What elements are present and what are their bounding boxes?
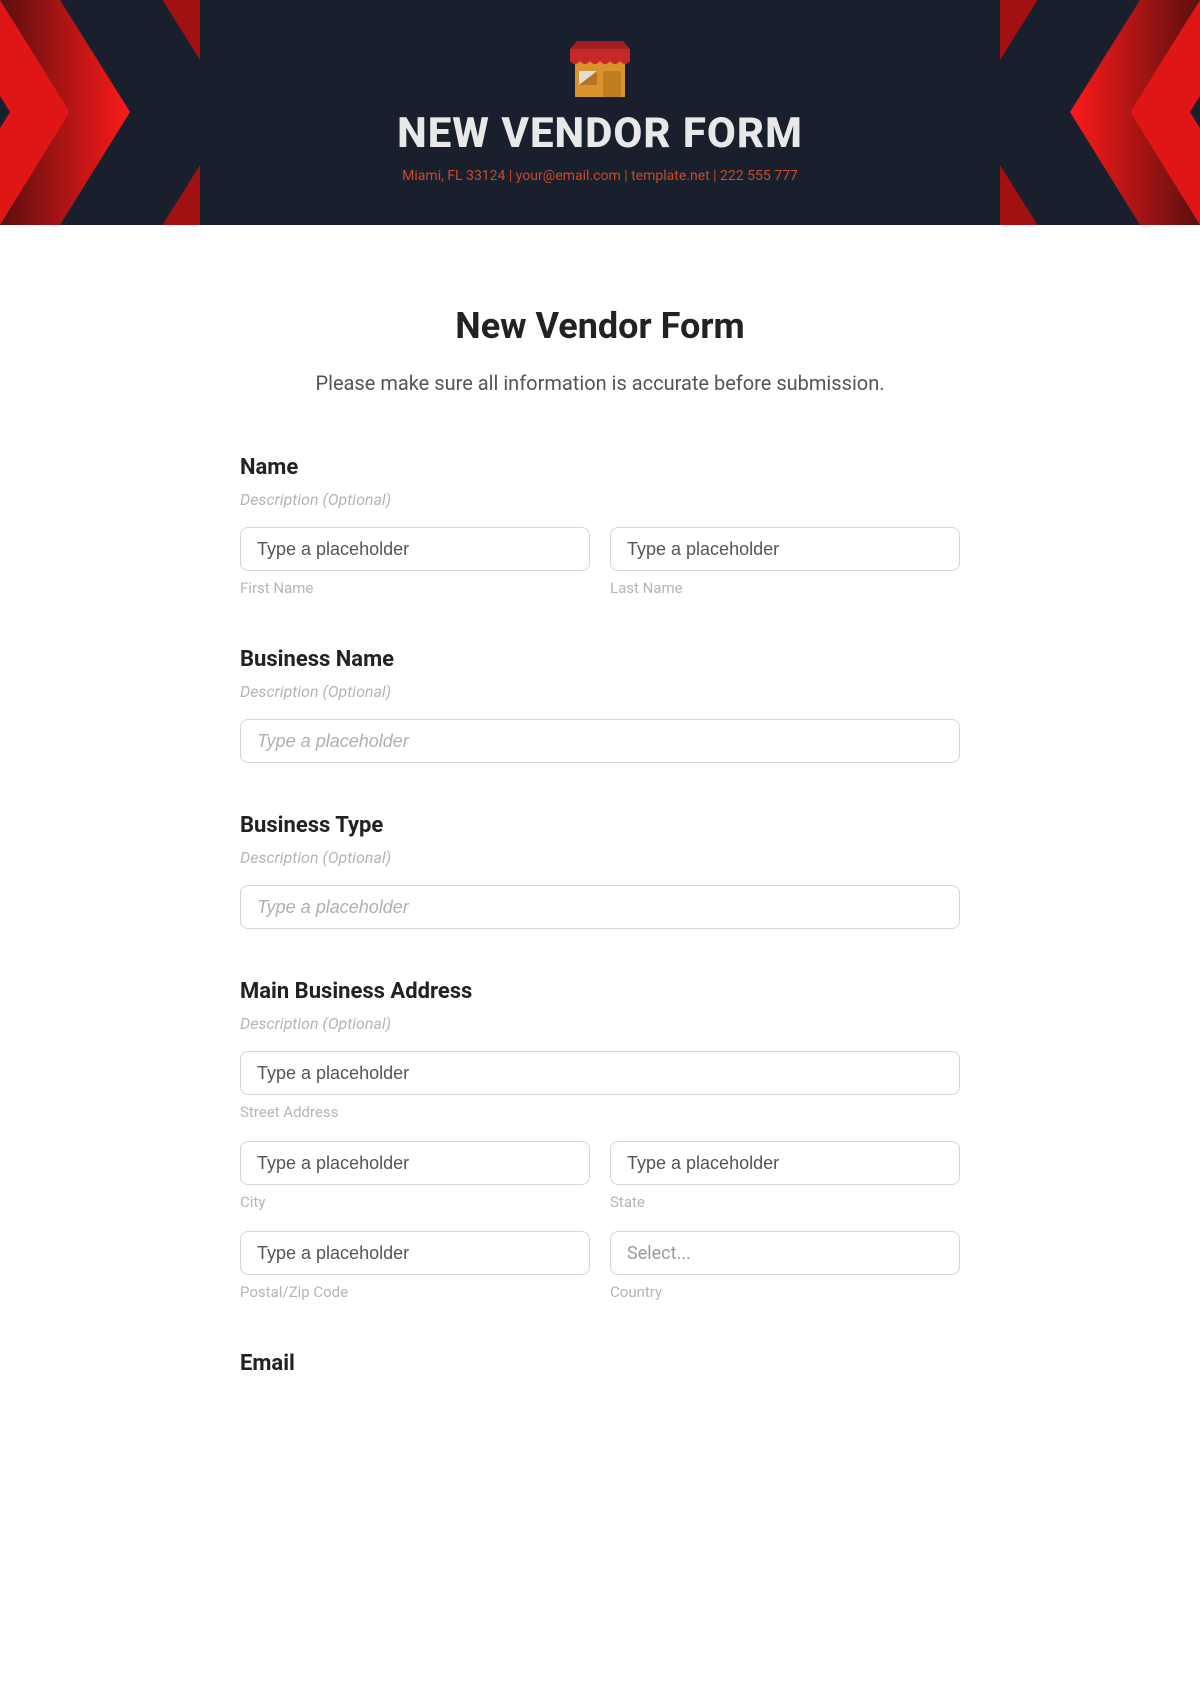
banner-subtitle: Miami, FL 33124 | your@email.com | templ… — [402, 168, 798, 184]
business-name-label: Business Name — [240, 647, 960, 672]
state-sublabel: State — [610, 1193, 960, 1211]
city-sublabel: City — [240, 1193, 590, 1211]
last-name-input[interactable] — [610, 527, 960, 571]
banner-title: NEW VENDOR FORM — [397, 109, 803, 158]
business-type-description: Description (Optional) — [240, 848, 960, 867]
state-input[interactable] — [610, 1141, 960, 1185]
country-select[interactable]: Select... — [610, 1231, 960, 1275]
name-description: Description (Optional) — [240, 490, 960, 509]
name-label: Name — [240, 455, 960, 480]
city-input[interactable] — [240, 1141, 590, 1185]
store-icon — [565, 41, 635, 99]
header-banner: NEW VENDOR FORM Miami, FL 33124 | your@e… — [0, 0, 1200, 225]
form-content: New Vendor Form Please make sure all inf… — [190, 225, 1010, 1466]
street-address-input[interactable] — [240, 1051, 960, 1095]
business-name-input[interactable] — [240, 719, 960, 763]
page-description: Please make sure all information is accu… — [240, 371, 960, 395]
business-type-label: Business Type — [240, 813, 960, 838]
last-name-sublabel: Last Name — [610, 579, 960, 597]
first-name-sublabel: First Name — [240, 579, 590, 597]
field-name: Name Description (Optional) First Name L… — [240, 455, 960, 597]
page-title: New Vendor Form — [240, 305, 960, 347]
address-label: Main Business Address — [240, 979, 960, 1004]
field-business-type: Business Type Description (Optional) — [240, 813, 960, 929]
first-name-input[interactable] — [240, 527, 590, 571]
address-description: Description (Optional) — [240, 1014, 960, 1033]
postal-sublabel: Postal/Zip Code — [240, 1283, 590, 1301]
country-sublabel: Country — [610, 1283, 960, 1301]
field-business-name: Business Name Description (Optional) — [240, 647, 960, 763]
business-name-description: Description (Optional) — [240, 682, 960, 701]
field-email: Email — [240, 1351, 960, 1376]
business-type-input[interactable] — [240, 885, 960, 929]
postal-input[interactable] — [240, 1231, 590, 1275]
email-label: Email — [240, 1351, 960, 1376]
street-sublabel: Street Address — [240, 1103, 960, 1121]
field-address: Main Business Address Description (Optio… — [240, 979, 960, 1301]
